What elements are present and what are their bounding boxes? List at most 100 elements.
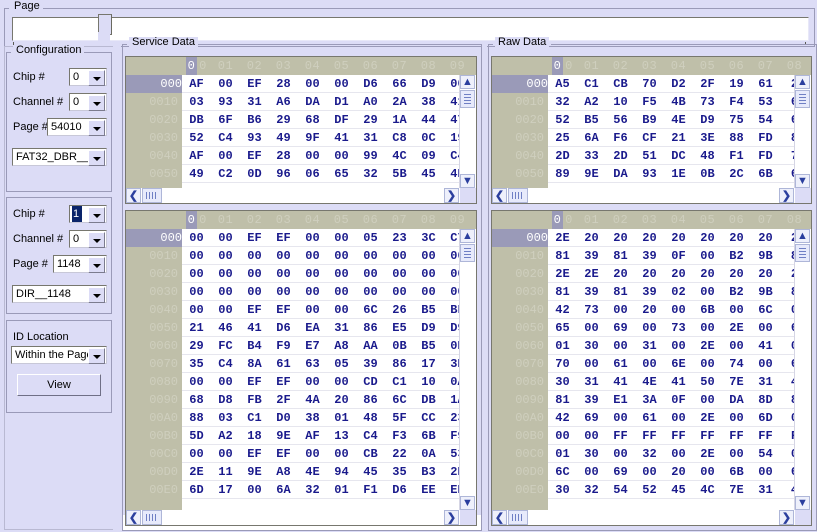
scroll-right-icon[interactable]: ❯ <box>444 188 459 203</box>
hex-cell[interactable]: EA <box>298 319 327 337</box>
hex-cell[interactable]: 88 <box>722 129 751 147</box>
hex-cell[interactable]: 35 <box>182 355 211 373</box>
hex-cell[interactable]: 00 <box>751 463 780 481</box>
hex-cell[interactable]: 00 <box>298 373 327 391</box>
hex-cell[interactable]: D8 <box>211 391 240 409</box>
hex-cell[interactable]: 00 <box>548 427 577 445</box>
hex-cell[interactable]: 00 <box>722 301 751 319</box>
vertical-scrollbar[interactable]: ▲ ▼ <box>794 229 811 510</box>
hex-cell[interactable]: 81 <box>548 283 577 301</box>
hex-cell[interactable]: 0F <box>664 247 693 265</box>
hex-cell[interactable]: 22 <box>385 445 414 463</box>
hex-cell[interactable]: 00 <box>577 427 606 445</box>
hex-cell[interactable]: 39 <box>577 391 606 409</box>
hex-cell[interactable]: 54 <box>751 445 780 463</box>
scroll-right-icon[interactable]: ❯ <box>444 510 459 525</box>
hex-cell[interactable]: 00 <box>211 373 240 391</box>
hex-cell[interactable]: 00 <box>298 147 327 165</box>
hex-cell[interactable]: 00 <box>211 283 240 301</box>
hex-cell[interactable]: 70 <box>548 355 577 373</box>
hex-cell[interactable]: 4E <box>664 111 693 129</box>
hex-cell[interactable]: 8A <box>240 355 269 373</box>
hex-cell[interactable]: 00 <box>298 229 327 247</box>
hex-cell[interactable]: 00 <box>182 229 211 247</box>
hex-cell[interactable]: D6 <box>269 319 298 337</box>
hex-cell[interactable]: 00 <box>577 355 606 373</box>
hex-cell[interactable]: 2E <box>722 319 751 337</box>
hex-cell[interactable]: 6C <box>548 463 577 481</box>
hex-cell[interactable]: F3 <box>385 427 414 445</box>
hex-cell[interactable]: FD <box>751 129 780 147</box>
hex-cell[interactable]: 00 <box>211 445 240 463</box>
horizontal-scrollbar-thumb[interactable] <box>508 510 528 525</box>
hex-row[interactable]: 813981390F00B29B81 <box>548 247 811 265</box>
hex-cell[interactable]: B5 <box>414 337 443 355</box>
hex-cell[interactable]: EF <box>240 301 269 319</box>
hex-cell[interactable]: CC <box>414 409 443 427</box>
hex-cell[interactable]: EF <box>240 373 269 391</box>
hex-cell[interactable]: 00 <box>327 373 356 391</box>
hex-cell[interactable]: 21 <box>182 319 211 337</box>
hex-cell[interactable]: 61 <box>269 355 298 373</box>
hex-cell[interactable]: 00 <box>269 247 298 265</box>
hex-cell[interactable]: 2E <box>182 463 211 481</box>
hex-cell[interactable]: 73 <box>577 301 606 319</box>
hex-cell[interactable]: 31 <box>240 93 269 111</box>
hex-cell[interactable]: 2E <box>693 445 722 463</box>
hex-cell[interactable]: DC <box>664 147 693 165</box>
hex-cell[interactable]: 10 <box>414 373 443 391</box>
hex-cell[interactable]: 0D <box>240 165 269 183</box>
hex-cell[interactable]: 2F <box>269 391 298 409</box>
hex-cell[interactable]: 10 <box>606 93 635 111</box>
hex-cell[interactable]: 00 <box>240 265 269 283</box>
hex-cell[interactable]: 3E <box>693 129 722 147</box>
hex-cell[interactable]: 45 <box>414 165 443 183</box>
hex-row[interactable]: 32A210F54B73F4536C <box>548 93 811 111</box>
hex-cell[interactable]: 0C <box>414 129 443 147</box>
hex-row[interactable]: 30325452454C7E3141 <box>548 481 811 499</box>
hex-cell[interactable]: 61 <box>606 355 635 373</box>
hex-row[interactable]: 49C20D960665325B454ED38 <box>182 165 476 183</box>
hex-row[interactable]: 01300031002E004100 <box>548 337 811 355</box>
hex-cell[interactable]: A0 <box>356 93 385 111</box>
service-data-top-hexview[interactable]: 000102030405060708090A0B0000010002000300… <box>125 56 477 204</box>
chip-combo-1[interactable]: 0 <box>69 68 107 86</box>
hex-cell[interactable]: 26 <box>385 301 414 319</box>
hex-cell[interactable]: 4E <box>635 373 664 391</box>
hex-cell[interactable]: 68 <box>298 111 327 129</box>
scroll-up-icon[interactable]: ▲ <box>795 229 810 243</box>
hex-cell[interactable]: FF <box>635 427 664 445</box>
chevron-down-icon[interactable] <box>88 120 105 136</box>
hex-cell[interactable]: 9E <box>577 165 606 183</box>
hex-cell[interactable]: 20 <box>664 229 693 247</box>
hex-cell[interactable]: 81 <box>606 283 635 301</box>
hex-cell[interactable]: 69 <box>577 409 606 427</box>
hex-cell[interactable]: 00 <box>606 409 635 427</box>
hex-cell[interactable]: 00 <box>211 265 240 283</box>
hex-cell[interactable]: 00 <box>635 319 664 337</box>
horizontal-splitter-service[interactable] <box>124 208 478 210</box>
hex-cell[interactable]: 1A <box>385 111 414 129</box>
hex-cell[interactable]: 9B <box>751 247 780 265</box>
hex-cell[interactable]: 4C <box>693 481 722 499</box>
file-combo-1[interactable]: FAT32_DBR__ <box>12 148 107 166</box>
hex-cell[interactable]: EF <box>269 373 298 391</box>
vertical-scrollbar-thumb[interactable] <box>795 244 810 262</box>
hex-cell[interactable]: 20 <box>693 265 722 283</box>
hex-cell[interactable]: 00 <box>298 75 327 93</box>
chevron-down-icon[interactable] <box>88 348 105 364</box>
hex-row[interactable]: 5DA2189EAF13C4F36BF922A <box>182 427 476 445</box>
hex-cell[interactable]: 00 <box>606 301 635 319</box>
scroll-up-icon[interactable]: ▲ <box>460 75 475 89</box>
hex-cell[interactable]: F5 <box>635 93 664 111</box>
hex-cell[interactable]: 93 <box>240 129 269 147</box>
hex-cell[interactable]: 39 <box>577 247 606 265</box>
hex-row[interactable]: 039331A6DAD1A02A3841C29 <box>182 93 476 111</box>
hex-cell[interactable]: 00 <box>240 247 269 265</box>
hex-cell[interactable]: 39 <box>356 355 385 373</box>
hex-cell[interactable]: AF <box>298 427 327 445</box>
hex-cell[interactable]: 68 <box>182 391 211 409</box>
hex-cell[interactable]: 74 <box>722 355 751 373</box>
hex-cell[interactable]: 54 <box>606 481 635 499</box>
hex-cell[interactable]: 41 <box>327 129 356 147</box>
